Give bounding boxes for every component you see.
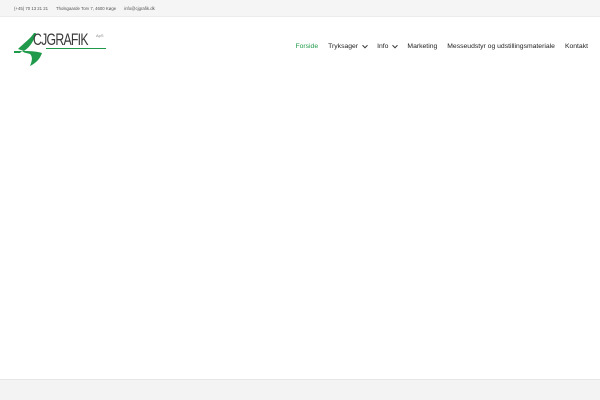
nav-item-label: Marketing (407, 43, 438, 50)
nav-item-forside[interactable]: Forside (295, 43, 318, 50)
chevron-down-icon (362, 42, 368, 48)
nav-item-messeudstyr[interactable]: Messeudstyr og udstillingsmateriale (447, 43, 555, 50)
site-logo[interactable]: CJGRAFIK ApS (12, 29, 112, 67)
nav-item-kontakt[interactable]: Kontakt (565, 43, 588, 50)
address: Tholsgaarde Torv 7, 4600 Køge (56, 5, 117, 11)
main-content-area (0, 77, 600, 379)
phone-number[interactable]: (+45) 70 13 21 21 (14, 6, 48, 11)
email-link[interactable]: info@cjgrafik.dk (124, 6, 155, 11)
nav-item-label: Tryksager (328, 43, 359, 50)
chevron-down-icon (392, 42, 399, 48)
nav-item-label: Kontakt (564, 43, 588, 50)
site-header: CJGRAFIK ApS Forside Tryksager Info Mark… (0, 17, 600, 77)
nav-item-label: Messeudstyr og udstillingsmateriale (447, 43, 555, 50)
footer-strip (0, 379, 600, 400)
nav-item-label: Info (377, 43, 389, 50)
logo-suffix: ApS (96, 33, 104, 38)
nav-item-info[interactable]: Info (377, 42, 399, 50)
logo-wordmark: CJGRAFIK (33, 30, 88, 49)
top-info-bar: (+45) 70 13 21 21 Tholsgaarde Torv 7, 46… (0, 0, 600, 17)
nav-item-marketing[interactable]: Marketing (407, 43, 437, 50)
logo-underline (46, 48, 106, 49)
nav-item-tryksager[interactable]: Tryksager (328, 42, 368, 50)
main-navigation: Forside Tryksager Info Marketing Messeud… (285, 42, 588, 50)
nav-item-label: Forside (295, 43, 319, 50)
